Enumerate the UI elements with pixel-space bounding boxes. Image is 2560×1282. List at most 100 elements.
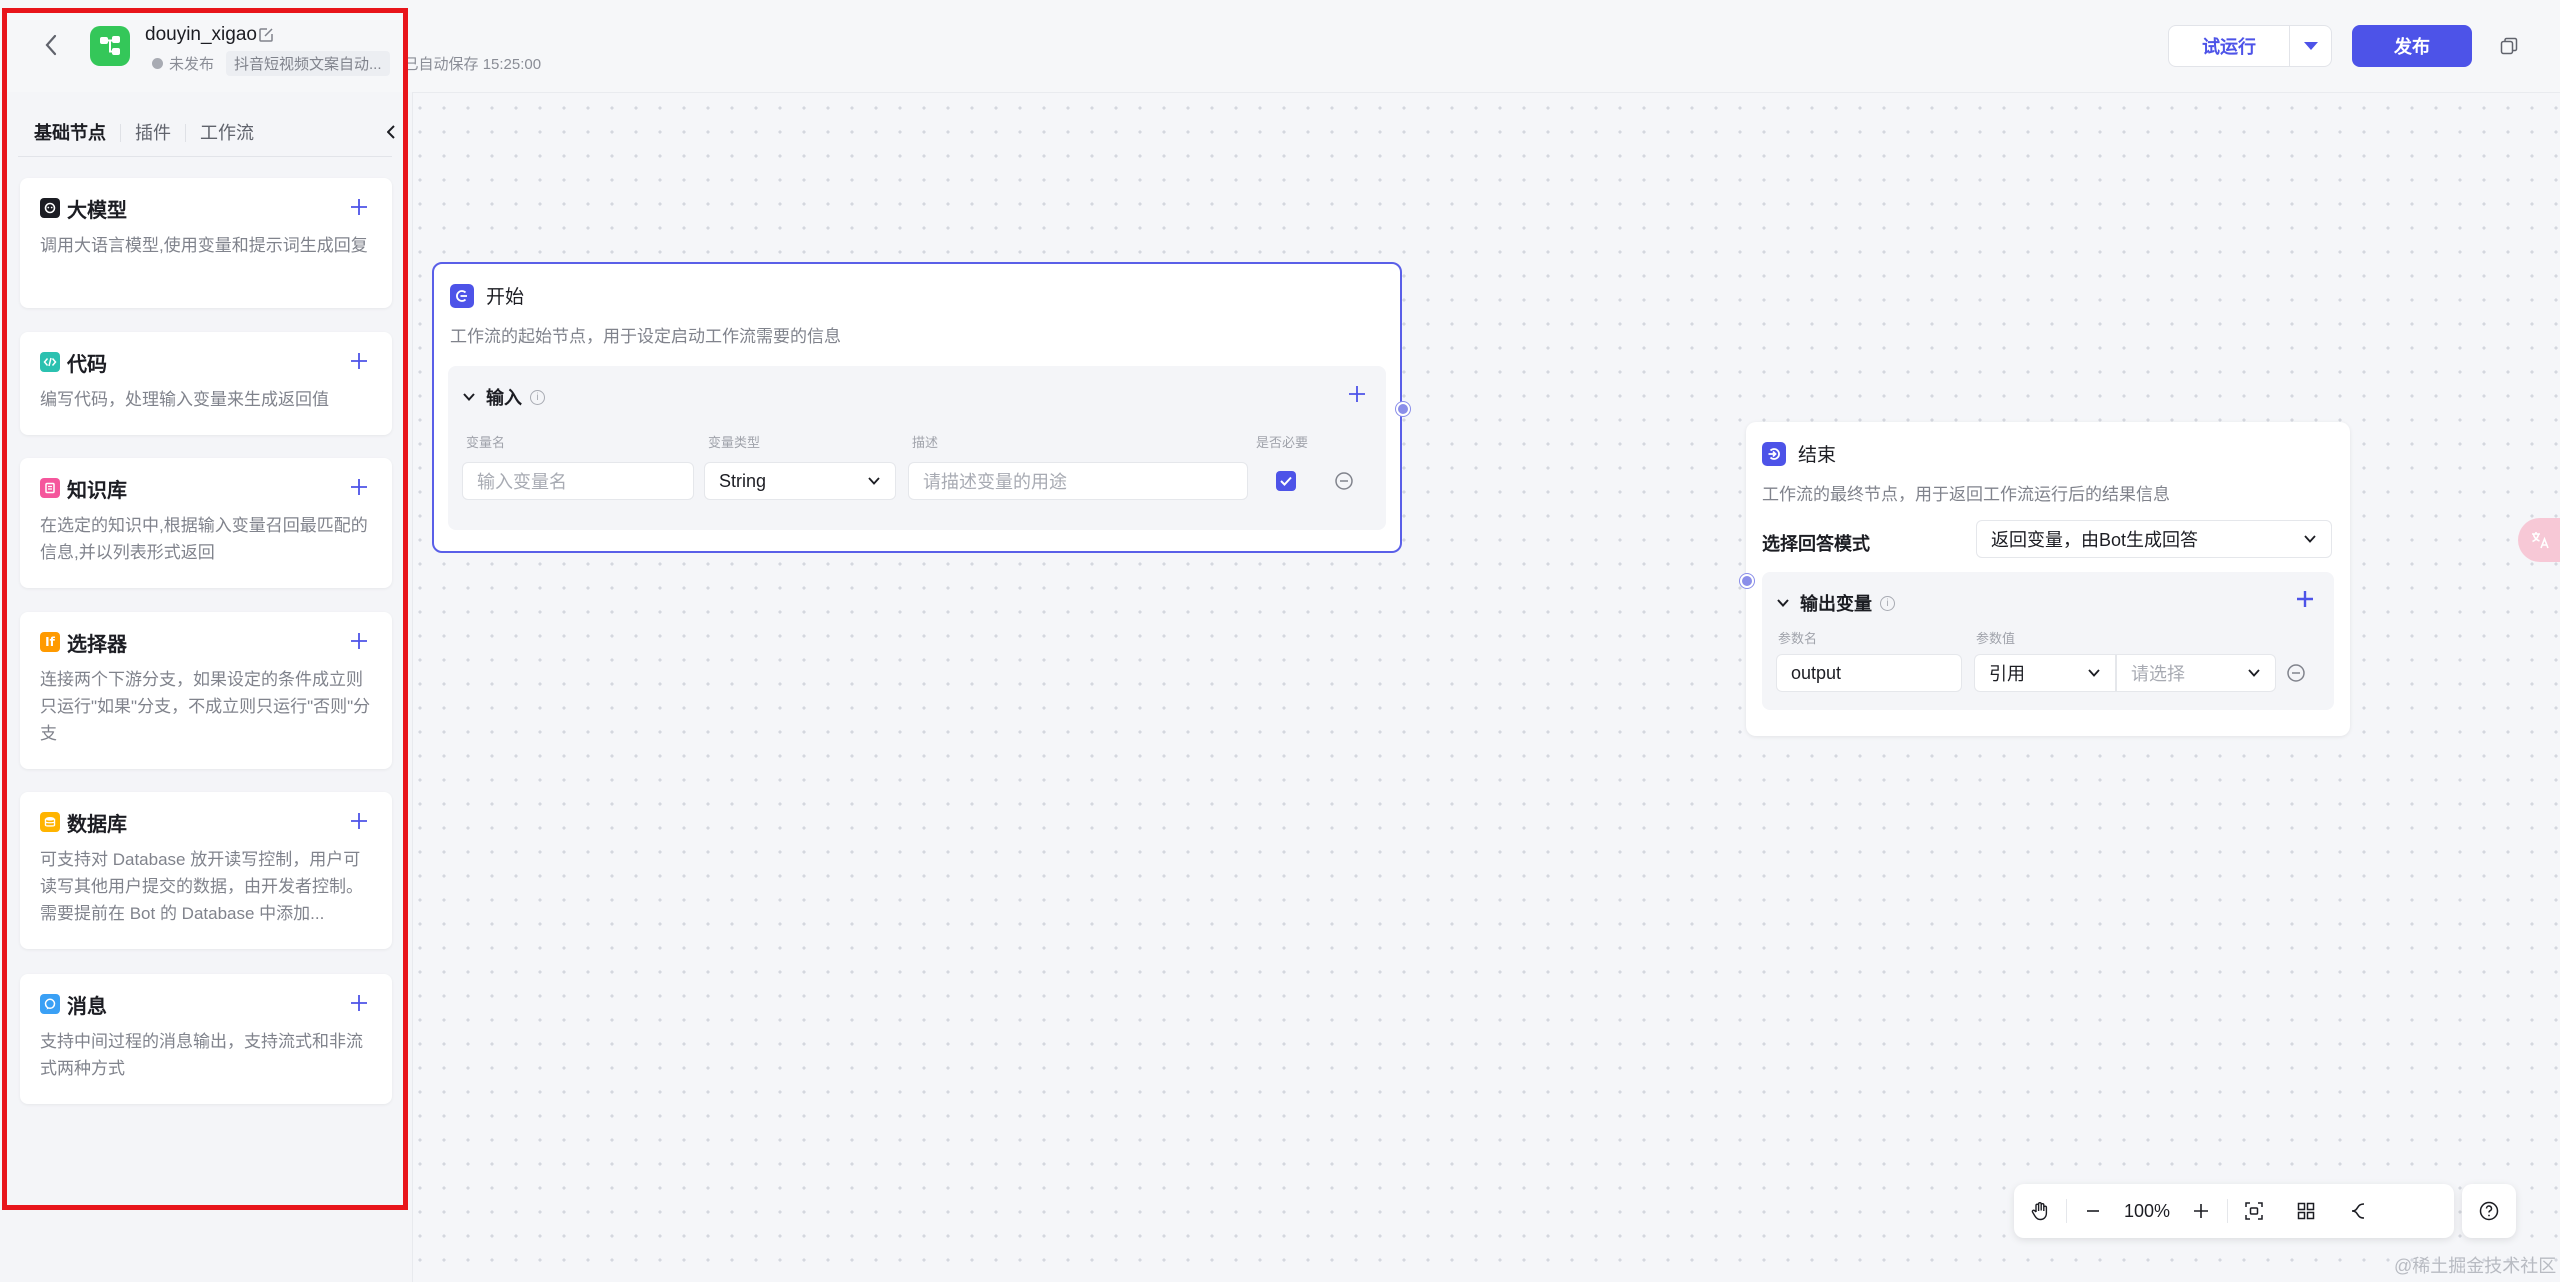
edit-icon[interactable] xyxy=(258,27,276,45)
column-header: 描述 xyxy=(912,435,939,450)
info-icon: i xyxy=(1880,595,1895,611)
publish-button[interactable]: 发布 xyxy=(2352,25,2472,67)
node-library-panel: 基础节点 插件 工作流 大模型 调用大语言模型,使用变量和提示词生成回复 代码 … xyxy=(0,92,413,1282)
node-title: 知识库 xyxy=(67,479,127,502)
add-icon[interactable] xyxy=(348,350,370,372)
connector-style-icon[interactable] xyxy=(2332,1184,2384,1238)
message-icon xyxy=(40,994,60,1014)
remove-row-button[interactable] xyxy=(2286,663,2306,683)
app-meta-row: 未发布 抖音短视频文案自动... 已自动保存 15:25:00 xyxy=(152,51,541,76)
column-header: 变量类型 xyxy=(708,435,761,450)
add-icon[interactable] xyxy=(348,810,370,832)
variable-type-value: String xyxy=(719,470,767,491)
column-header: 是否必要 xyxy=(1256,435,1309,450)
zoom-in-button[interactable] xyxy=(2175,1184,2227,1238)
remove-row-button[interactable] xyxy=(1334,471,1354,491)
add-output-button[interactable] xyxy=(2294,588,2316,610)
node-description: 连接两个下游分支，如果设定的条件成立则只运行"如果"分支，不成立则只运行"否则"… xyxy=(40,670,371,743)
workflow-app-icon xyxy=(90,26,130,66)
start-node-output-port[interactable] xyxy=(1396,402,1410,416)
end-node[interactable]: 结束 工作流的最终节点，用于返回工作流运行后的结果信息 选择回答模式 返回变量，… xyxy=(1746,422,2350,736)
node-card-message[interactable]: 消息 支持中间过程的消息输出，支持流式和非流式两种方式 xyxy=(20,974,392,1104)
variable-reference-placeholder: 请选择 xyxy=(2131,664,2185,684)
app-title: douyin_xigao xyxy=(145,24,257,45)
column-header: 参数名 xyxy=(1778,631,1818,646)
add-icon[interactable] xyxy=(348,630,370,652)
canvas-toolbar: 100% xyxy=(2014,1184,2454,1238)
input-section-title: 输入 xyxy=(486,388,522,408)
answer-mode-value: 返回变量，由Bot生成回答 xyxy=(1991,530,2199,550)
knowledge-icon xyxy=(40,478,60,498)
auto-layout-icon[interactable] xyxy=(2280,1184,2332,1238)
node-card-llm[interactable]: 大模型 调用大语言模型,使用变量和提示词生成回复 xyxy=(20,178,392,308)
variable-description-input[interactable]: 请描述变量的用途 xyxy=(908,462,1248,500)
trial-run-dropdown[interactable] xyxy=(2290,25,2332,67)
chevron-down-icon xyxy=(2304,535,2316,543)
required-checkbox[interactable] xyxy=(1276,471,1296,491)
fit-view-icon[interactable] xyxy=(2228,1184,2280,1238)
chevron-left-icon xyxy=(45,34,57,56)
condition-icon: If xyxy=(40,632,60,652)
translate-icon[interactable] xyxy=(2518,518,2560,562)
add-icon[interactable] xyxy=(348,476,370,498)
add-icon[interactable] xyxy=(348,196,370,218)
zoom-out-button[interactable] xyxy=(2067,1184,2119,1238)
add-icon[interactable] xyxy=(348,992,370,1014)
node-title: 数据库 xyxy=(67,813,127,836)
chevron-down-icon xyxy=(463,393,475,401)
chevron-down-icon xyxy=(2248,669,2260,677)
tabs-divider xyxy=(18,156,392,157)
node-title: 消息 xyxy=(67,995,107,1018)
output-section-title: 输出变量 xyxy=(1800,594,1872,614)
node-title: 大模型 xyxy=(67,199,127,222)
database-icon xyxy=(40,812,60,832)
panel-tabs: 基础节点 插件 工作流 xyxy=(22,120,268,146)
output-section-header[interactable]: 输出变量 i xyxy=(1776,590,1895,616)
node-description: 调用大语言模型,使用变量和提示词生成回复 xyxy=(40,236,368,255)
llm-icon xyxy=(40,198,60,218)
app-description: 抖音短视频文案自动... xyxy=(226,51,390,76)
value-source-value: 引用 xyxy=(1989,664,2025,684)
chevron-down-icon xyxy=(2088,669,2100,677)
zoom-level[interactable]: 100% xyxy=(2119,1201,2175,1222)
value-source-select[interactable]: 引用 xyxy=(1974,654,2116,692)
collapse-panel-button[interactable] xyxy=(383,122,399,142)
top-bar: douyin_xigao 未发布 抖音短视频文案自动... 已自动保存 15:2… xyxy=(0,0,2560,93)
node-card-knowledge[interactable]: 知识库 在选定的知识中,根据输入变量召回最匹配的信息,并以列表形式返回 xyxy=(20,458,392,588)
tab-workflows[interactable]: 工作流 xyxy=(186,120,268,146)
node-card-code[interactable]: 代码 编写代码，处理输入变量来生成返回值 xyxy=(20,332,392,435)
end-node-input-port[interactable] xyxy=(1740,574,1754,588)
answer-mode-select[interactable]: 返回变量，由Bot生成回答 xyxy=(1976,520,2332,558)
start-node[interactable]: 开始 工作流的起始节点，用于设定启动工作流需要的信息 输入 i 变量名 变量类型… xyxy=(432,262,1402,553)
input-section: 输入 i 变量名 变量类型 描述 是否必要 输入变量名 String 请描述变量… xyxy=(448,366,1386,530)
variable-type-select[interactable]: String xyxy=(704,462,896,500)
variable-reference-select[interactable]: 请选择 xyxy=(2116,654,2276,692)
tab-plugins[interactable]: 插件 xyxy=(121,120,185,146)
output-section: 输出变量 i 参数名 参数值 output 引用 请选择 xyxy=(1762,572,2334,710)
output-name-input[interactable]: output xyxy=(1776,654,1962,692)
chevron-left-icon xyxy=(387,125,395,139)
chevron-down-icon xyxy=(1777,599,1789,607)
trial-run-button[interactable]: 试运行 xyxy=(2168,25,2290,67)
copy-icon[interactable] xyxy=(2496,33,2522,59)
pan-hand-icon[interactable] xyxy=(2014,1184,2066,1238)
start-node-icon xyxy=(450,283,474,308)
input-section-header[interactable]: 输入 i xyxy=(462,384,545,410)
column-header: 参数值 xyxy=(1976,631,2016,646)
variable-name-input[interactable]: 输入变量名 xyxy=(462,462,694,500)
node-description: 支持中间过程的消息输出，支持流式和非流式两种方式 xyxy=(40,1032,363,1078)
back-button[interactable] xyxy=(36,30,66,60)
add-input-button[interactable] xyxy=(1346,383,1368,405)
node-description: 编写代码，处理输入变量来生成返回值 xyxy=(40,390,329,409)
autosave-status: 已自动保存 15:25:00 xyxy=(403,56,542,73)
tab-basic-nodes[interactable]: 基础节点 xyxy=(22,120,120,146)
check-icon xyxy=(1280,476,1292,486)
node-card-condition[interactable]: If 选择器 连接两个下游分支，如果设定的条件成立则只运行"如果"分支，不成立则… xyxy=(20,612,392,769)
help-icon[interactable] xyxy=(2462,1184,2516,1238)
column-header: 变量名 xyxy=(466,435,506,450)
chevron-down-icon xyxy=(868,477,880,485)
end-node-icon xyxy=(1762,441,1786,466)
node-description: 在选定的知识中,根据输入变量召回最匹配的信息,并以列表形式返回 xyxy=(40,516,368,562)
node-title: 选择器 xyxy=(67,633,127,656)
node-card-database[interactable]: 数据库 可支持对 Database 放开读写控制，用户可读写其他用户提交的数据，… xyxy=(20,792,392,949)
